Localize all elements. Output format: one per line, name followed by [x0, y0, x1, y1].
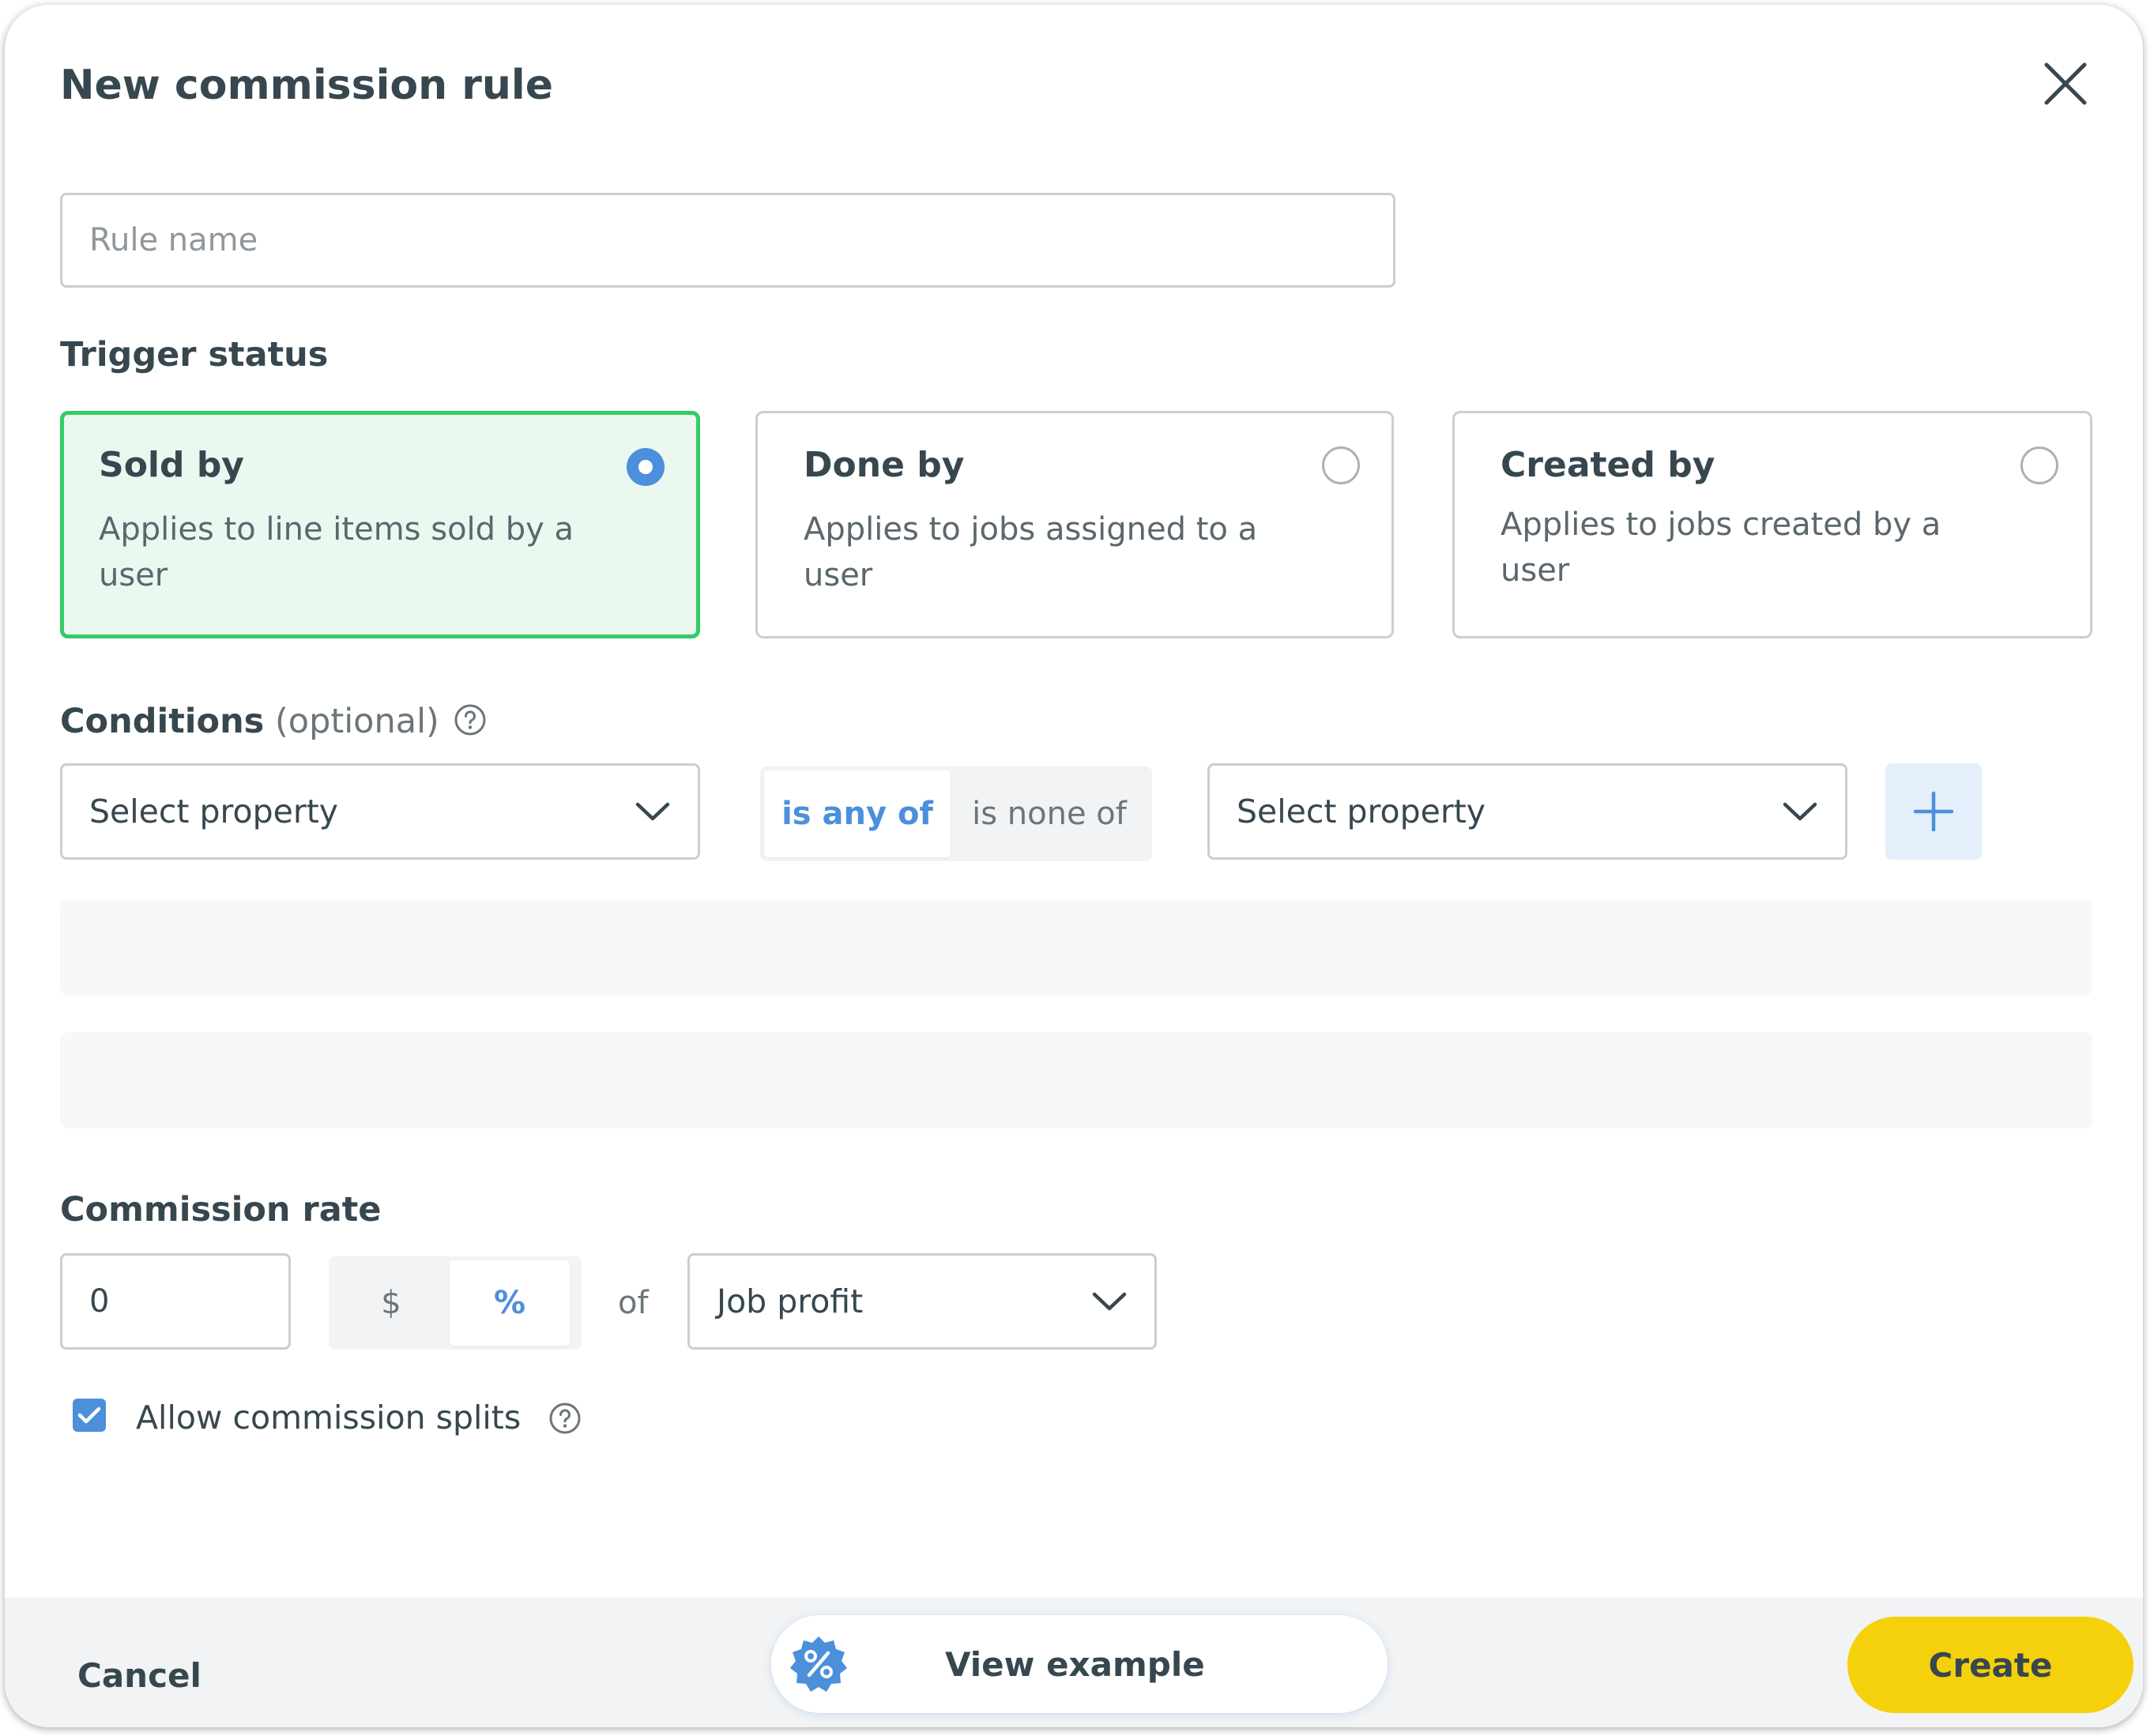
chevron-down-icon: [1092, 1292, 1127, 1311]
condition-property-select-right[interactable]: Select property: [1207, 763, 1847, 860]
help-circle-icon[interactable]: [454, 703, 487, 736]
commission-rate-input[interactable]: [89, 1256, 288, 1347]
commission-rule-dialog: New commission rule Trigger status Sold …: [5, 5, 2143, 1727]
view-example-label: View example: [945, 1644, 1205, 1684]
unit-percent[interactable]: %: [450, 1260, 570, 1346]
dialog-title: New commission rule: [60, 62, 553, 109]
trigger-option-title: Created by: [1501, 445, 1715, 485]
select-value: Select property: [89, 793, 339, 830]
condition-operator-toggle: is any of is none of: [760, 766, 1152, 861]
operator-is-any-of[interactable]: is any of: [764, 770, 951, 857]
rate-unit-toggle: $ %: [329, 1256, 582, 1350]
rule-name-field[interactable]: [60, 193, 1395, 288]
chevron-down-icon: [1783, 802, 1817, 821]
commission-rate-label: Commission rate: [60, 1190, 382, 1230]
radio-unselected-icon[interactable]: [2020, 446, 2058, 484]
allow-splits-label: Allow commission splits: [136, 1399, 522, 1437]
create-button[interactable]: Create: [1847, 1617, 2133, 1713]
conditions-optional-label: (optional): [275, 702, 439, 741]
view-example-button[interactable]: View example: [771, 1615, 1388, 1713]
close-icon[interactable]: [2042, 60, 2089, 107]
commission-rate-field[interactable]: [60, 1253, 291, 1350]
conditions-label: Conditions: [60, 702, 265, 741]
add-condition-button[interactable]: [1885, 763, 1982, 860]
plus-icon: [1913, 791, 1954, 832]
radio-selected-icon[interactable]: [627, 448, 665, 486]
unit-dollar[interactable]: $: [333, 1260, 450, 1346]
trigger-option-description: Applies to jobs created by a user: [1501, 506, 1941, 589]
trigger-option-done-by[interactable]: Done by Applies to jobs assigned to a us…: [755, 411, 1394, 638]
trigger-option-created-by[interactable]: Created by Applies to jobs created by a …: [1452, 411, 2092, 638]
radio-unselected-icon[interactable]: [1322, 446, 1360, 484]
select-value: Select property: [1237, 793, 1486, 830]
trigger-option-sold-by[interactable]: Sold by Applies to line items sold by a …: [60, 411, 700, 638]
commission-basis-select[interactable]: Job profit: [687, 1253, 1157, 1350]
condition-placeholder-row: [60, 1032, 2092, 1128]
chevron-down-icon: [635, 802, 670, 821]
rule-name-input[interactable]: [89, 195, 1393, 285]
select-value: Job profit: [717, 1282, 864, 1320]
trigger-option-title: Done by: [804, 445, 965, 485]
percent-badge-icon: [790, 1636, 847, 1692]
condition-placeholder-row: [60, 899, 2092, 996]
help-circle-icon[interactable]: [548, 1402, 582, 1435]
cancel-button[interactable]: Cancel: [77, 1656, 201, 1695]
of-label: of: [618, 1285, 649, 1321]
allow-splits-checkbox[interactable]: [73, 1399, 106, 1432]
trigger-option-description: Applies to jobs assigned to a user: [804, 511, 1258, 593]
operator-is-none-of[interactable]: is none of: [951, 770, 1148, 857]
checkmark-icon: [77, 1406, 101, 1424]
trigger-option-description: Applies to line items sold by a user: [99, 511, 574, 593]
condition-property-select-left[interactable]: Select property: [60, 763, 700, 860]
trigger-status-label: Trigger status: [60, 335, 329, 375]
trigger-option-title: Sold by: [99, 445, 244, 485]
